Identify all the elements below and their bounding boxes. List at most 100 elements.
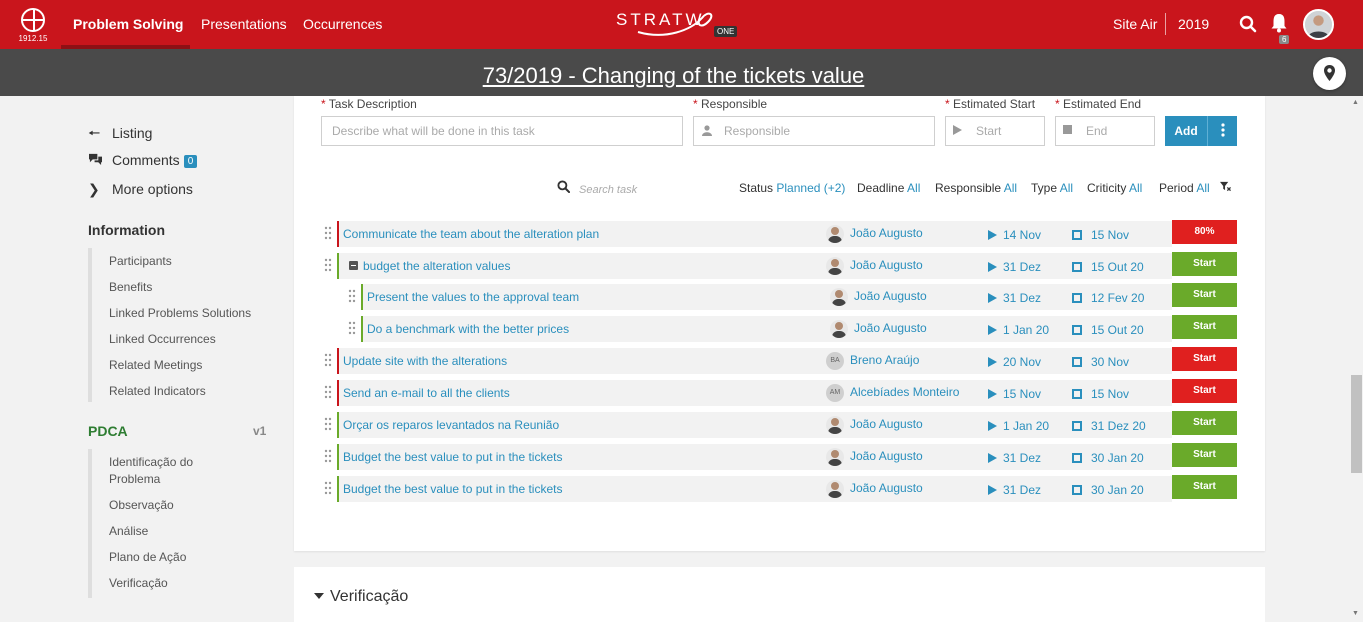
- responsible-link[interactable]: João Augusto: [850, 258, 923, 272]
- sidebar-item-verificacao[interactable]: Verificação: [109, 575, 168, 592]
- responsible-link[interactable]: Breno Araújo: [850, 353, 919, 367]
- search-task-field[interactable]: Search task: [557, 180, 667, 196]
- nav-problem-solving[interactable]: Problem Solving: [73, 16, 183, 32]
- drag-handle-icon[interactable]: [348, 321, 356, 338]
- information-heading: Information: [88, 222, 165, 238]
- play-icon: [988, 389, 997, 399]
- task-title-link[interactable]: Budget the best value to put in the tick…: [343, 450, 562, 464]
- task-start-date: 15 Nov: [988, 387, 1041, 401]
- search-icon[interactable]: [1239, 15, 1257, 33]
- year-selector[interactable]: 2019: [1178, 16, 1209, 32]
- logo-icon: [21, 8, 45, 32]
- collapse-icon[interactable]: [349, 261, 358, 270]
- filter-responsible[interactable]: Responsible All: [935, 181, 1017, 195]
- sidebar-item-participants[interactable]: Participants: [109, 253, 172, 270]
- comments-link[interactable]: Comments 0: [88, 152, 198, 168]
- responsible-avatar: [830, 288, 848, 306]
- responsible-link[interactable]: João Augusto: [854, 289, 927, 303]
- scroll-down-arrow-icon[interactable]: ▼: [1352, 610, 1359, 617]
- drag-handle-icon[interactable]: [324, 417, 332, 434]
- sidebar-item-related-meetings[interactable]: Related Meetings: [109, 357, 202, 374]
- filter-type[interactable]: Type All: [1031, 181, 1073, 195]
- user-avatar[interactable]: [1303, 9, 1334, 40]
- sidebar-item-linked-problems[interactable]: Linked Problems Solutions: [109, 305, 251, 322]
- play-icon: [988, 262, 997, 272]
- add-options-button[interactable]: [1207, 116, 1237, 146]
- brand-badge: ONE: [714, 26, 738, 37]
- sidebar-item-linked-occurrences[interactable]: Linked Occurrences: [109, 331, 216, 348]
- responsible-link[interactable]: João Augusto: [850, 417, 923, 431]
- sidebar-item-plano-de-acao[interactable]: Plano de Ação: [109, 549, 186, 566]
- listing-link[interactable]: 🠔 Listing: [88, 123, 152, 147]
- verificacao-panel: [294, 567, 1265, 622]
- sidebar-item-observacao[interactable]: Observação: [109, 497, 174, 514]
- task-criticity-bar: [361, 284, 363, 310]
- responsible-link[interactable]: João Augusto: [850, 226, 923, 240]
- drag-handle-icon[interactable]: [324, 353, 332, 370]
- sidebar-item-benefits[interactable]: Benefits: [109, 279, 152, 296]
- task-end-date: 15 Out 20: [1072, 260, 1144, 274]
- responsible-avatar: [826, 448, 844, 466]
- comments-label: Comments: [112, 152, 180, 168]
- add-task-button[interactable]: Add: [1165, 116, 1207, 146]
- start-task-button[interactable]: Start: [1172, 252, 1237, 276]
- task-criticity-bar: [337, 444, 339, 470]
- responsible-link[interactable]: João Augusto: [854, 321, 927, 335]
- company-logo[interactable]: 1912.15: [18, 8, 48, 43]
- drag-handle-icon[interactable]: [324, 226, 332, 243]
- bell-icon[interactable]: [1270, 13, 1288, 33]
- responsible-link[interactable]: Alcebíades Monteiro: [850, 385, 959, 399]
- start-task-button[interactable]: Start: [1172, 379, 1237, 403]
- filter-period[interactable]: Period All: [1159, 181, 1210, 195]
- estimated-end-label: * Estimated End: [1055, 97, 1142, 111]
- drag-handle-icon[interactable]: [348, 289, 356, 306]
- scroll-up-arrow-icon[interactable]: ▲: [1352, 99, 1359, 106]
- sidebar-item-identificacao[interactable]: Identificação do Problema: [109, 454, 219, 488]
- task-title-link[interactable]: Send an e-mail to all the clients: [343, 386, 510, 400]
- nav-presentations[interactable]: Presentations: [201, 16, 287, 32]
- responsible-link[interactable]: João Augusto: [850, 449, 923, 463]
- task-progress-badge[interactable]: 80%: [1172, 220, 1237, 244]
- sidebar-item-analise[interactable]: Análise: [109, 523, 148, 540]
- sidebar-item-related-indicators[interactable]: Related Indicators: [109, 383, 206, 400]
- start-task-button[interactable]: Start: [1172, 443, 1237, 467]
- clear-filter-icon[interactable]: [1220, 181, 1231, 195]
- start-task-button[interactable]: Start: [1172, 283, 1237, 307]
- task-title-link[interactable]: Communicate the team about the alteratio…: [343, 227, 599, 241]
- page-title[interactable]: 73/2019 - Changing of the tickets value: [0, 63, 1347, 89]
- pdca-version: v1: [253, 424, 267, 438]
- task-title-link[interactable]: Budget the best value to put in the tick…: [343, 482, 562, 496]
- play-icon: [953, 125, 962, 138]
- nav-occurrences[interactable]: Occurrences: [303, 16, 382, 32]
- drag-handle-icon[interactable]: [324, 258, 332, 275]
- responsible-avatar: [826, 480, 844, 498]
- verificacao-section-toggle[interactable]: Verificação: [314, 588, 408, 606]
- task-end-date: 30 Jan 20: [1072, 483, 1144, 497]
- task-title-link[interactable]: Orçar os reparos levantados na Reunião: [343, 418, 559, 432]
- drag-handle-icon[interactable]: [324, 481, 332, 498]
- filter-criticity[interactable]: Criticity All: [1087, 181, 1142, 195]
- responsible-input[interactable]: [693, 116, 935, 146]
- location-button[interactable]: [1313, 57, 1346, 90]
- task-end-date: 15 Out 20: [1072, 323, 1144, 337]
- task-criticity-bar: [337, 380, 339, 406]
- start-task-button[interactable]: Start: [1172, 315, 1237, 339]
- start-task-button[interactable]: Start: [1172, 347, 1237, 371]
- drag-handle-icon[interactable]: [324, 449, 332, 466]
- more-options-link[interactable]: ❯ More options: [88, 181, 193, 198]
- start-task-button[interactable]: Start: [1172, 475, 1237, 499]
- task-title-link[interactable]: Do a benchmark with the better prices: [367, 322, 569, 336]
- scrollbar-thumb[interactable]: [1351, 375, 1362, 473]
- task-title-link[interactable]: budget the alteration values: [363, 259, 510, 273]
- responsible-link[interactable]: João Augusto: [850, 481, 923, 495]
- site-selector[interactable]: Site Air: [1113, 16, 1157, 32]
- task-description-input[interactable]: [321, 116, 683, 146]
- task-title-link[interactable]: Present the values to the approval team: [367, 290, 579, 304]
- drag-handle-icon[interactable]: [324, 385, 332, 402]
- filter-deadline[interactable]: Deadline All: [857, 181, 920, 195]
- start-task-button[interactable]: Start: [1172, 411, 1237, 435]
- task-title-link[interactable]: Update site with the alterations: [343, 354, 507, 368]
- filter-status[interactable]: Status Planned (+2): [739, 181, 845, 195]
- scrollbar-track[interactable]: [1350, 96, 1363, 622]
- stop-icon: [1072, 485, 1082, 495]
